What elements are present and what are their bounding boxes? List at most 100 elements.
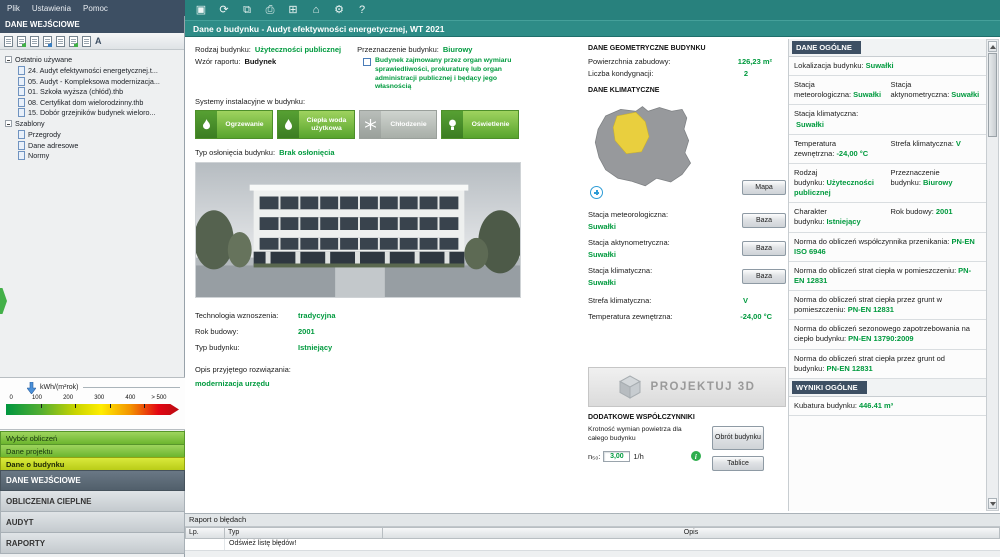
wzor-raportu-value[interactable]: Budynek (244, 57, 276, 66)
save-all-icon[interactable]: ⧉ (240, 4, 254, 16)
oslona-value[interactable]: Brak osłonięcia (279, 148, 334, 157)
col-lp: Lp. (185, 527, 225, 539)
system-ogrzewanie-button[interactable]: Ogrzewanie (195, 110, 273, 139)
tree-item-recent-1[interactable]: 24. Audyt efektywności energetycznej.t..… (2, 66, 182, 75)
dane-ogolne-header: DANE OGÓLNE (792, 41, 861, 54)
tree-item-dane-adresowe[interactable]: Dane adresowe (2, 140, 182, 150)
collapse-icon[interactable] (5, 56, 12, 63)
tree-item-recent-2[interactable]: 05. Audyt - Kompleksowa modernizacja... (2, 76, 182, 86)
scroll-down-arrow[interactable] (988, 498, 997, 509)
file-icon (18, 76, 25, 86)
sidebar-item-wybor-obliczen[interactable]: Wybór obliczeń (0, 431, 185, 444)
calculator-icon[interactable]: ⊞ (286, 4, 300, 16)
file-icon (18, 140, 25, 150)
baza-meteo-button[interactable]: Baza (742, 213, 786, 228)
sidebar-item-dane-projektu[interactable]: Dane projektu (0, 444, 185, 457)
tree-item-recent-3[interactable]: 01. Szkoła wyższa (chłód).thb (2, 87, 182, 96)
help-icon[interactable]: ? (355, 4, 369, 16)
tree-item-recent-4[interactable]: 08. Certyfikat dom wielorodzinny.thb (2, 97, 182, 107)
typ-budynku-value[interactable]: Istniejący (298, 343, 332, 352)
kubatura-value: 446.41 m³ (858, 400, 894, 410)
temperatura-value: -24,00 °C (740, 312, 772, 321)
save-file-icon[interactable] (30, 35, 39, 47)
tablice-button[interactable]: Tablice (712, 456, 764, 471)
n50-input[interactable]: 3,00 (603, 450, 631, 462)
tree-group-templates[interactable]: Szablony (5, 119, 182, 128)
tree-item-przegrody[interactable]: Przegrody (2, 130, 182, 139)
tab-dane-wejsciowe[interactable]: DANE WEJŚCIOWE (0, 470, 185, 491)
energy-scale: kWh/(m²rok) 0 100 200 300 400 > 500 (0, 377, 185, 430)
save-icon[interactable]: ▣ (194, 4, 208, 16)
system-oswietlenie-button[interactable]: Oświetlenie (441, 110, 519, 139)
opis-label: Opis przyjętego rozwiązania: (195, 365, 291, 374)
system-chlodzenie-button[interactable]: Chłodzenie (359, 110, 437, 139)
baza-aktyno-button[interactable]: Baza (742, 241, 786, 256)
mapa-button[interactable]: Mapa (742, 180, 786, 195)
template-icon[interactable] (69, 35, 78, 47)
system-toggles: Ogrzewanie Ciepła woda użytkowa Chłodzen… (195, 110, 527, 139)
kondygnacje-value: 2 (743, 69, 748, 78)
col-opis: Opis (383, 527, 1000, 539)
file-icon (18, 108, 25, 117)
print-icon[interactable]: ⎙ (263, 4, 277, 16)
przeznaczenie-budynku-value[interactable]: Biurowy (443, 45, 473, 54)
projektuj-3d-button[interactable]: PROJEKTUJ 3D (588, 367, 786, 407)
font-icon[interactable]: A (95, 36, 102, 46)
file-icon (18, 130, 25, 139)
file-icon (18, 151, 25, 160)
summary-row: Norma do obliczeń strat ciepła przez gru… (789, 350, 986, 379)
collapse-icon[interactable] (5, 120, 12, 127)
sidebar-header: DANE WEJŚCIOWE (0, 16, 184, 33)
summary-row: Norma do obliczeń współczynnika przenika… (789, 233, 986, 262)
summary-row: Rodzaj budynku: Użyteczności publicznej P… (789, 164, 986, 204)
error-panel-title: Raport o błędach (189, 515, 247, 524)
app-window: Plik Ustawienia Pomoc ▣ ⟳ ⧉ ⎙ ⊞ ⌂ ⚙ ? Da… (0, 0, 1000, 557)
refresh-icon[interactable]: ⟳ (217, 4, 231, 16)
system-cwu-button[interactable]: Ciepła woda użytkowa (277, 110, 355, 139)
home-icon[interactable]: ⌂ (309, 4, 323, 16)
export-icon[interactable] (56, 35, 65, 47)
file-icon (18, 66, 25, 75)
import-icon[interactable] (43, 35, 52, 47)
baza-klimat-button[interactable]: Baza (742, 269, 786, 284)
energy-gradient-bar (6, 404, 179, 415)
menu-plik[interactable]: Plik (7, 4, 20, 13)
obrot-budynku-button[interactable]: Obrót budynku (712, 426, 764, 450)
scroll-up-arrow[interactable] (988, 41, 997, 52)
technologia-value[interactable]: tradycyjna (298, 311, 336, 320)
settings-icon[interactable]: ⚙ (332, 4, 346, 16)
tree-item-recent-5[interactable]: 15. Dobór grzejników budynek wieloro... (2, 108, 182, 117)
tab-raporty[interactable]: RAPORTY (0, 533, 185, 554)
col-typ: Typ (225, 527, 383, 539)
info-icon[interactable]: i (690, 451, 701, 462)
stacja-aktyno-value: Suwałki (588, 250, 616, 259)
tree-item-normy[interactable]: Normy (2, 151, 182, 160)
menu-ustawienia[interactable]: Ustawienia (32, 4, 71, 13)
rok-budowy-value[interactable]: 2001 (298, 327, 315, 336)
wyniki-ogolne-header: WYNIKI OGÓLNE (792, 380, 867, 394)
poland-map[interactable] (588, 99, 712, 199)
rodzaj-budynku-value[interactable]: Użyteczności publicznej (255, 45, 341, 54)
file-icon (18, 87, 25, 96)
krotnosc-label: Krotność wymian powietrza dla całego bud… (588, 426, 682, 442)
tree-group-recent[interactable]: Ostatnio używane (5, 55, 182, 64)
sidebar-item-dane-o-budynku[interactable]: Dane o budynku (0, 457, 185, 470)
summary-row: Temperatura zewnętrzna: -24,00 °C Strefa … (789, 135, 986, 164)
organ-checkbox[interactable] (363, 58, 371, 66)
open-file-icon[interactable] (17, 35, 26, 47)
summary-scrollbar[interactable] (986, 39, 999, 511)
tab-obliczenia-cieplne[interactable]: OBLICZENIA CIEPLNE (0, 491, 185, 512)
scroll-thumb[interactable] (988, 53, 997, 137)
climate-header: DANE KLIMATYCZNE (588, 87, 660, 94)
organ-checkbox-label: Budynek zajmowany przez organ wymiaru sp… (375, 57, 512, 91)
refresh-errors-message[interactable]: Odśwież listę błędów! (225, 539, 300, 550)
opis-value[interactable]: modernizacja urzędu (195, 379, 527, 388)
main-toolbar: ▣ ⟳ ⧉ ⎙ ⊞ ⌂ ⚙ ? (185, 0, 1000, 20)
map-zoom-button[interactable] (590, 186, 603, 199)
report-icon[interactable] (82, 35, 91, 47)
menu-pomoc[interactable]: Pomoc (83, 4, 108, 13)
summary-row: Norma do obliczeń sezonowego zapotrzebow… (789, 320, 986, 350)
new-file-icon[interactable] (4, 35, 13, 47)
file-tree: Ostatnio używane 24. Audyt efektywności … (0, 50, 184, 165)
tab-audyt[interactable]: AUDYT (0, 512, 185, 533)
